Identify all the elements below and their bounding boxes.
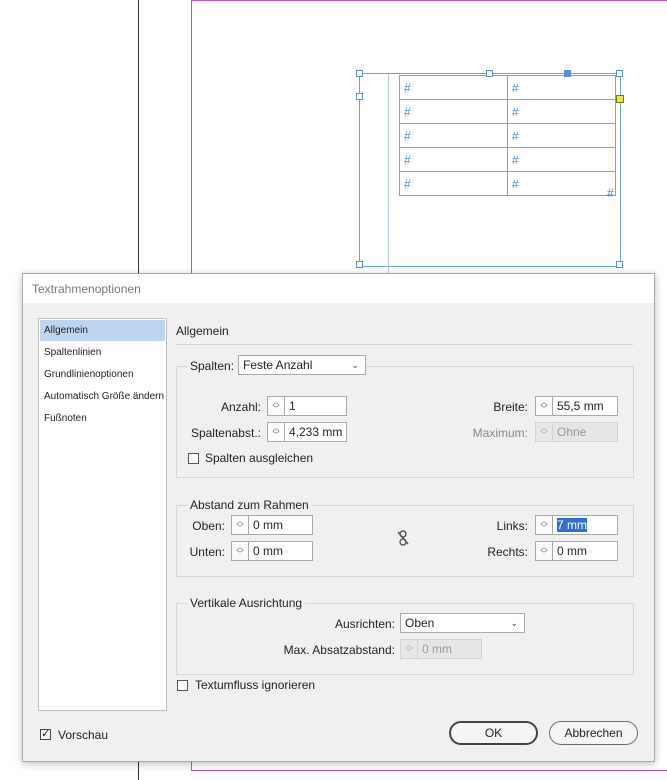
table-cell[interactable]: # <box>399 123 508 148</box>
sidebar-item-allgemein[interactable]: Allgemein <box>40 320 165 341</box>
table-cell[interactable]: # <box>399 99 508 124</box>
table-cell[interactable]: # <box>399 171 508 196</box>
chevron-down-icon: ⌄ <box>510 618 518 628</box>
inset-right-stepper[interactable]: ︿ ﹀ 0 mm <box>535 541 618 561</box>
ignore-text-wrap-label: Textumfluss ignorieren <box>195 678 316 692</box>
sidebar-item-fussnoten[interactable]: Fußnoten <box>40 408 165 429</box>
table-row: # # <box>399 99 616 124</box>
columns-label: Spalten: <box>187 359 238 373</box>
table-row: # # <box>399 171 616 196</box>
inset-bottom-stepper[interactable]: ︿ ﹀ 0 mm <box>231 541 313 561</box>
corner-options-handle[interactable] <box>616 95 624 103</box>
align-dropdown[interactable]: Oben ⌄ <box>400 613 525 633</box>
columns-mode-dropdown[interactable]: Feste Anzahl ⌄ <box>238 355 366 375</box>
count-label: Anzahl: <box>220 400 261 414</box>
inset-bottom-label: Unten: <box>189 545 225 559</box>
stepper-arrows-icon: ︿ ﹀ <box>400 639 417 659</box>
ignore-text-wrap-checkbox[interactable] <box>177 680 188 691</box>
stepper-arrows-icon[interactable]: ︿ ﹀ <box>231 515 248 535</box>
sidebar-item-spaltenlinien[interactable]: Spaltenlinien <box>40 342 165 363</box>
width-stepper[interactable]: ︿ ﹀ 55,5 mm <box>535 396 618 416</box>
stepper-arrows-icon[interactable]: ︿ ﹀ <box>535 396 552 416</box>
inset-top-stepper[interactable]: ︿ ﹀ 0 mm <box>231 515 313 535</box>
stepper-arrows-icon[interactable]: ︿ ﹀ <box>267 396 284 416</box>
preview-checkbox[interactable] <box>40 727 51 740</box>
maximum-stepper: ︿ ﹀ Ohne <box>535 422 618 442</box>
maximum-label: Maximum: <box>472 426 528 440</box>
gutter-field[interactable]: 4,233 mm <box>284 422 347 442</box>
table-cell[interactable]: # <box>399 75 508 100</box>
stepper-arrows-icon[interactable]: ︿ ﹀ <box>535 515 552 535</box>
inset-left-stepper[interactable]: ︿ ﹀ 7 mm <box>535 515 618 535</box>
maximum-field: Ohne <box>552 422 618 442</box>
frame-handle-top-center[interactable] <box>486 70 493 77</box>
max-spacing-label: Max. Absatzabstand: <box>283 643 395 657</box>
unlink-chain-icon[interactable] <box>396 530 410 546</box>
chevron-down-icon: ⌄ <box>351 360 359 370</box>
table-cell[interactable]: # <box>399 147 508 172</box>
stepper-arrows-icon: ︿ ﹀ <box>535 422 552 442</box>
align-label: Ausrichten: <box>334 617 395 631</box>
table-cell[interactable]: # <box>507 147 616 172</box>
table-cell[interactable]: # <box>507 171 616 196</box>
inset-right-label: Rechts: <box>487 545 528 559</box>
dialog-title: Textrahmenoptionen <box>32 282 141 296</box>
inset-bottom-field[interactable]: 0 mm <box>248 541 313 561</box>
gutter-stepper[interactable]: ︿ ﹀ 4,233 mm <box>267 422 347 442</box>
frame-in-port[interactable] <box>356 93 363 100</box>
sidebar-item-auto-size[interactable]: Automatisch Größe ändern <box>40 386 165 407</box>
inset-right-field[interactable]: 0 mm <box>552 541 618 561</box>
align-value: Oben <box>405 616 435 630</box>
inset-top-label: Oben: <box>192 519 225 533</box>
frame-handle-top-left[interactable] <box>356 70 363 77</box>
inset-group-title: Abstand zum Rahmen <box>187 498 312 512</box>
table-row: # # <box>399 123 616 148</box>
table-cell[interactable]: # <box>507 99 616 124</box>
count-stepper[interactable]: ︿ ﹀ 1 <box>267 396 347 416</box>
table-row: # # <box>399 75 616 100</box>
table-cell[interactable]: # <box>507 75 616 100</box>
inset-left-value-selected: 7 mm <box>557 518 587 532</box>
category-list: Allgemein Spaltenlinien Grundlinienoptio… <box>38 318 167 711</box>
stepper-arrows-icon[interactable]: ︿ ﹀ <box>267 422 284 442</box>
vertical-group-title: Vertikale Ausrichtung <box>187 596 306 610</box>
preview-label: Vorschau <box>58 728 109 742</box>
panel-title: Allgemein <box>176 324 229 338</box>
balance-columns-label: Spalten ausgleichen <box>205 451 314 465</box>
stepper-arrows-icon[interactable]: ︿ ﹀ <box>231 541 248 561</box>
table-cell[interactable]: # <box>507 123 616 148</box>
frame-handle-anchor[interactable] <box>564 70 571 77</box>
inset-left-label: Links: <box>496 519 528 533</box>
column-guide <box>388 74 389 274</box>
balance-columns-checkbox[interactable] <box>188 453 199 464</box>
cancel-button[interactable]: Abbrechen <box>549 721 638 745</box>
columns-mode-value: Feste Anzahl <box>243 358 313 372</box>
inset-top-field[interactable]: 0 mm <box>248 515 313 535</box>
frame-handle-bottom-right[interactable] <box>616 261 623 268</box>
count-field[interactable]: 1 <box>284 396 347 416</box>
gutter-label: Spaltenabst.: <box>190 426 261 440</box>
max-spacing-field: 0 mm <box>417 639 482 659</box>
table[interactable]: # # # # # # # # # # <box>399 75 616 196</box>
panel-divider <box>176 344 633 345</box>
ok-button[interactable]: OK <box>449 721 538 745</box>
width-field[interactable]: 55,5 mm <box>552 396 618 416</box>
overset-marker: # <box>607 186 614 200</box>
dialog-titlebar[interactable]: Textrahmenoptionen <box>23 274 654 303</box>
frame-handle-bottom-left[interactable] <box>356 261 363 268</box>
stepper-arrows-icon[interactable]: ︿ ﹀ <box>535 541 552 561</box>
width-label: Breite: <box>493 400 528 414</box>
inset-left-field[interactable]: 7 mm <box>552 515 618 535</box>
text-frame-options-dialog: Textrahmenoptionen Allgemein Spaltenlini… <box>22 273 655 762</box>
max-spacing-stepper: ︿ ﹀ 0 mm <box>400 639 482 659</box>
frame-handle-top-right[interactable] <box>616 70 623 77</box>
sidebar-item-grundlinienoptionen[interactable]: Grundlinienoptionen <box>40 364 165 385</box>
table-row: # # <box>399 147 616 172</box>
